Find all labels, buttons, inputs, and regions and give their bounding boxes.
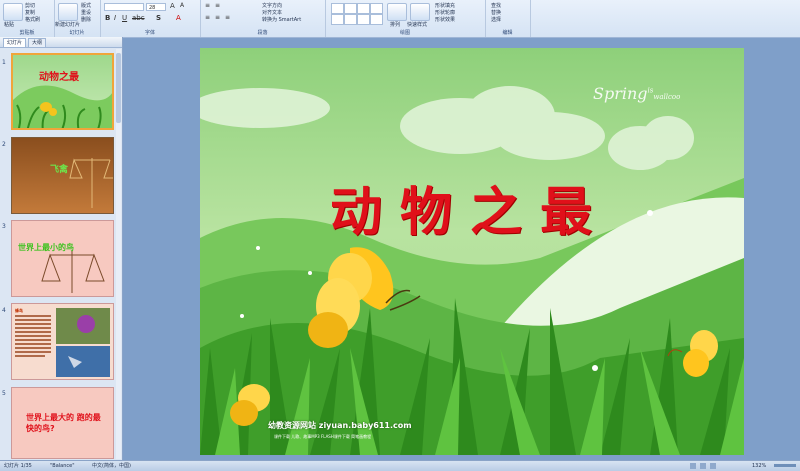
panel-scrollbar-thumb[interactable] — [116, 53, 121, 123]
arrange-label: 排列 — [390, 22, 401, 28]
shape-gallery-3[interactable] — [357, 3, 370, 14]
normal-view-icon[interactable] — [690, 463, 696, 469]
slide-thumb-4[interactable]: 蜂鸟 — [11, 303, 114, 380]
slide-thumb-5-title: 世界上最大的 跑的最快的鸟? — [26, 413, 101, 433]
watermark-subtext: 课件下载 儿歌、故事MP3 FLASH课件下载 简笔画教程 — [274, 434, 372, 439]
align-left-icon[interactable]: ≡ — [205, 14, 210, 21]
clipboard-label: 剪贴板 — [19, 30, 35, 36]
font-color-icon[interactable]: A — [176, 14, 181, 22]
shape-outline-button[interactable]: 形状轮廓 — [435, 9, 455, 16]
underline-icon[interactable]: U — [122, 14, 127, 22]
font-name-box[interactable] — [104, 3, 144, 11]
tab-outline[interactable]: 大纲 — [28, 38, 47, 47]
editing-group: 查找 替换 选择 编辑 — [485, 0, 531, 37]
delete-button[interactable]: 删除 — [81, 16, 91, 23]
clipboard-group: 粘贴 剪切 复制 格式刷 剪贴板 — [0, 0, 55, 37]
slide-number-4: 4 — [2, 307, 6, 314]
align-right-icon[interactable]: ≡ — [225, 14, 230, 21]
replace-button[interactable]: 替换 — [491, 9, 501, 16]
slide-number-5: 5 — [2, 390, 6, 397]
slide-number-2: 2 — [2, 141, 6, 148]
slide-number-1: 1 — [2, 59, 6, 66]
slide-thumb-1[interactable]: 动物之最 — [11, 53, 114, 130]
panel-tabs: 幻灯片 大纲 — [0, 37, 122, 48]
paragraph-label: 段落 — [257, 30, 268, 36]
shape-gallery-4[interactable] — [370, 3, 383, 14]
slide-background-art — [200, 86, 744, 455]
status-bar: 幻灯片 1/35 "Balance" 中文(简体，中国) 132% — [0, 460, 800, 471]
copy-button[interactable]: 复制 — [25, 9, 35, 16]
new-slide-button[interactable] — [58, 3, 78, 21]
slide-title[interactable]: 动物之最 — [330, 170, 610, 245]
shape-fill-button[interactable]: 形状填充 — [435, 2, 455, 9]
cut-button[interactable]: 剪切 — [25, 2, 35, 9]
shrink-font-icon[interactable]: A — [180, 2, 184, 9]
grow-font-icon[interactable]: A — [170, 2, 175, 10]
slides-label: 幻灯片 — [69, 30, 85, 36]
bullets-icon[interactable]: ≡ — [205, 2, 210, 9]
strikethrough-icon[interactable]: abc — [132, 14, 145, 22]
smartart-button[interactable]: 转换为 SmartArt — [262, 16, 301, 23]
shape-gallery-5[interactable] — [331, 14, 344, 25]
slide-thumb-3-title: 世界上最小的鸟 — [18, 243, 74, 252]
shape-effects-button[interactable]: 形状效果 — [435, 16, 455, 23]
font-size-box[interactable]: 28 — [146, 3, 166, 11]
shadow-icon[interactable]: S — [156, 14, 161, 22]
slide-number-3: 3 — [2, 223, 6, 230]
quick-styles-label: 快速样式 — [407, 22, 428, 28]
numbering-icon[interactable]: ≡ — [215, 2, 220, 9]
arrange-button[interactable] — [387, 3, 407, 21]
font-group: 28 A A B I U abc S A 字体 — [100, 0, 201, 37]
find-button[interactable]: 查找 — [491, 2, 501, 9]
slide-thumb-3[interactable]: 世界上最小的鸟 — [11, 220, 114, 297]
shape-gallery-8[interactable] — [370, 14, 383, 25]
shape-gallery-7[interactable] — [357, 14, 370, 25]
align-center-icon[interactable]: ≡ — [215, 14, 220, 21]
slide-thumb-1-art — [13, 85, 112, 128]
slide-thumb-4-title: 蜂鸟 — [15, 308, 23, 313]
slide-thumb-3-art — [41, 251, 105, 293]
select-button[interactable]: 选择 — [491, 16, 501, 23]
spring-logo-sub: wallcoo — [653, 93, 681, 101]
paste-label: 粘贴 — [4, 22, 15, 28]
format-painter-button[interactable]: 格式刷 — [25, 16, 40, 23]
zoom-slider[interactable] — [774, 464, 796, 467]
reset-button[interactable]: 重设 — [81, 9, 91, 16]
slides-panel: 幻灯片 大纲 1 动物之最 2 飞禽 3 世界上最小的鸟 4 蜂鸟 5 世界上最… — [0, 37, 123, 460]
text-direction-button[interactable]: 文字方向 — [262, 2, 282, 9]
slide-sorter-icon[interactable] — [700, 463, 706, 469]
editing-label: 编辑 — [502, 30, 513, 36]
slideshow-icon[interactable] — [710, 463, 716, 469]
tab-slides[interactable]: 幻灯片 — [3, 38, 27, 47]
slide-thumb-4-art — [15, 308, 110, 377]
new-slide-label: 新建幻灯片 — [55, 22, 81, 28]
paragraph-group: ≡ ≡ ≡ ≡ ≡ 文字方向 对齐文本 转换为 SmartArt 段落 — [200, 0, 326, 37]
shape-gallery-1[interactable] — [331, 3, 344, 14]
quick-styles-button[interactable] — [410, 3, 430, 21]
spring-logo: Springiswallcoo — [593, 84, 680, 103]
align-text-button[interactable]: 对齐文本 — [262, 9, 282, 16]
shape-gallery-2[interactable] — [344, 3, 357, 14]
drawing-group: 排列 快速样式 形状填充 形状轮廓 形状效果 绘图 — [325, 0, 486, 37]
slide-thumb-2-art — [69, 158, 113, 208]
layout-button[interactable]: 版式 — [81, 2, 91, 9]
panel-scrollbar[interactable] — [116, 49, 121, 459]
ribbon: 粘贴 剪切 复制 格式刷 剪贴板 新建幻灯片 版式 重设 删除 幻灯片 28 A… — [0, 0, 800, 38]
slide-thumb-2-title: 飞禽 — [50, 165, 69, 175]
slide-canvas[interactable]: Springiswallcoo 动物之最 幼教资源网站 ziyuan.baby6… — [200, 48, 744, 455]
slide-thumb-2[interactable]: 飞禽 — [11, 137, 114, 214]
paste-button[interactable] — [3, 3, 23, 21]
font-label: 字体 — [144, 30, 155, 36]
italic-icon[interactable]: I — [114, 14, 116, 22]
slide-thumb-1-title: 动物之最 — [39, 72, 79, 83]
bold-icon[interactable]: B — [105, 14, 110, 22]
slide-thumb-5[interactable]: 世界上最大的 跑的最快的鸟? — [11, 387, 114, 459]
watermark-text: 幼教资源网站 ziyuan.baby611.com — [268, 421, 412, 430]
spring-logo-main: Spring — [593, 84, 648, 103]
slides-group: 新建幻灯片 版式 重设 删除 幻灯片 — [54, 0, 101, 37]
shape-gallery-6[interactable] — [344, 14, 357, 25]
drawing-label: 绘图 — [399, 30, 410, 36]
